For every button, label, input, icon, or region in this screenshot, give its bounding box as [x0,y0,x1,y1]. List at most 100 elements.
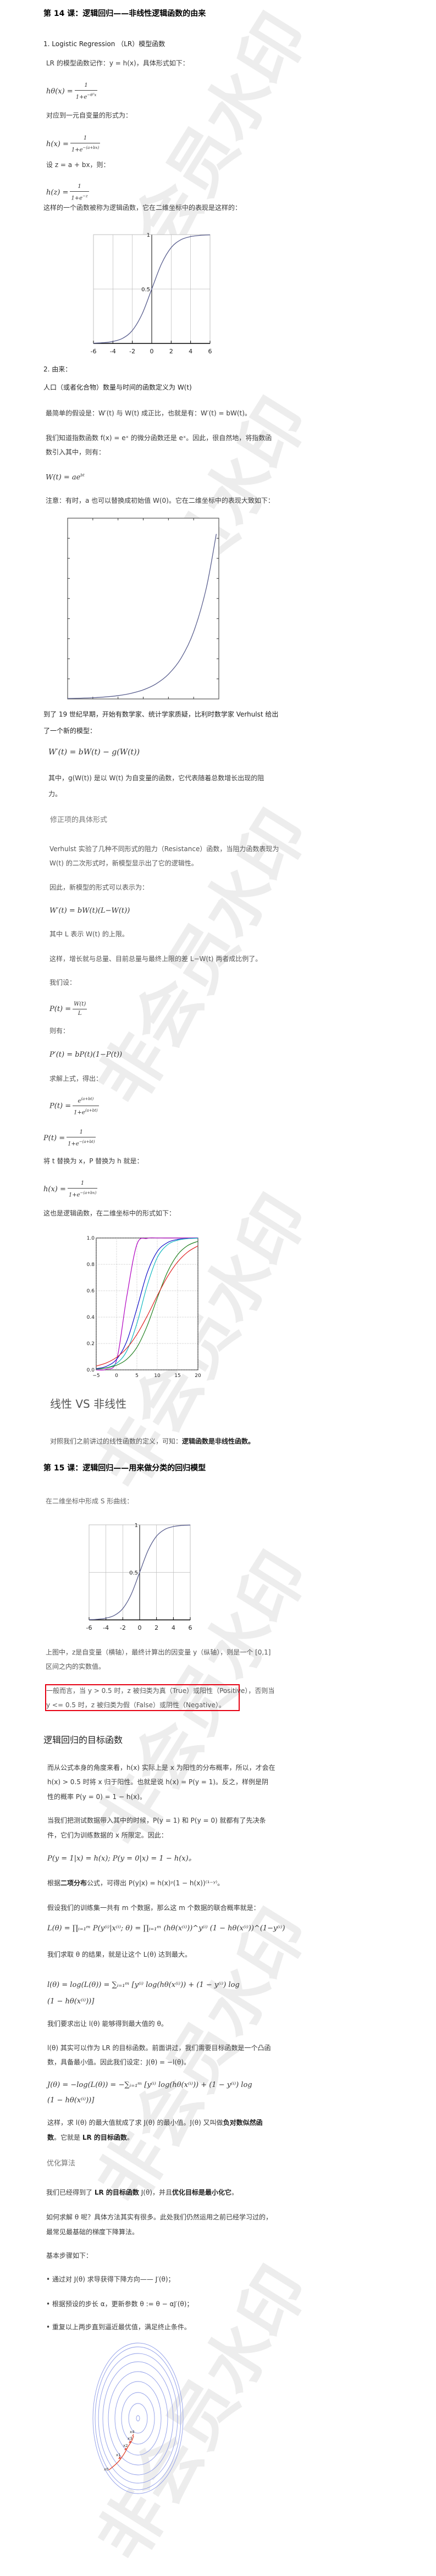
paragraph: 求解上式，得出： [49,1075,103,1082]
formula: P(t) = W(t) L [49,1000,87,1018]
text: 。它就是 [54,2134,82,2141]
formula-lhs: hθ(x) = [46,87,73,96]
point-label: x0 [104,2467,109,2472]
formula: h(x) = 1 1+e−(a+bx) [43,1179,98,1200]
paragraph: 我们已经得到了 LR 的目标函数 J(θ)，并且优化目标是最小化它。 [46,2188,238,2197]
x-tick-label: −5 [92,1373,100,1379]
x-tick-label: 15 [174,1373,180,1379]
lesson14-title: 第 14 课：逻辑回归——非线性逻辑函数的由来 [43,9,206,18]
bold-text: 优化目标是最小化它 [172,2189,231,2196]
numerator: 1 [67,1179,98,1189]
numerator: W(t) [73,1000,87,1009]
x-tick-label: 20 [195,1373,201,1379]
point-label: x4 [130,2430,135,2434]
paragraph: W(t) 的二次形式时，新模型显示出了它的逻辑性。 [49,859,198,867]
paragraph: 设 z = a + bx，则： [46,161,110,169]
numerator: 1 [70,134,101,143]
contour-ellipse [136,2415,140,2422]
subheading: 优化算法 [47,2159,76,2168]
paragraph: 这也是逻辑函数，在二维坐标中的形式如下： [43,1209,176,1217]
link-binomial[interactable]: 二项分布 [60,1879,87,1887]
paragraph: 对照我们之前讲过的线性函数的定义，可知：逻辑函数是非线性函数。 [50,1437,255,1446]
formula-lhs: P(t) = [49,1102,71,1111]
formula: (1 − hθ(x⁽ⁱ⁾))] [47,2096,95,2105]
contour-ellipse [108,2371,168,2466]
paragraph: 人口（或者化合物）数量与时间的函数定义为 W(t) [43,384,192,391]
point-label: x1 [116,2453,121,2457]
formula: (1 − hθ(x⁽ⁱ⁾))] [47,1997,95,2006]
x-tick-label: -4 [110,348,116,355]
x-tick-label: 4 [189,348,192,355]
text: 公式，可得出 P(y|x) = h(x)ʸ(1 − h(x))⁽¹⁻ʸ⁾。 [87,1879,224,1887]
paragraph: 因此，新模型的形式可以表示为： [49,884,149,891]
numerator: 1 [74,81,98,91]
formula-lhs: h(x) = [43,1185,66,1194]
x-tick-label: 5 [135,1373,139,1379]
paragraph: 我们要求出让 l(θ) 能够得到最大值的 θ。 [47,2020,168,2028]
formula-lhs: P(t) = [49,1005,71,1013]
exponential-chart [67,518,219,699]
paragraph: l(θ) 其实可以作为 LR 的目标函数。前面讲过，我们需要目标函数是一个凸函 [47,2044,271,2052]
plot-area [67,518,219,699]
paragraph: 这样，求 l(θ) 的最大值就成了求 J(θ) 的最小值。J(θ) 又叫做负对数… [47,2118,263,2127]
contour-ellipse [121,2392,155,2445]
denominator: 1+e [75,94,87,101]
paragraph: 我们求取 θ 的结果，就是让这个 L(θ) 达到最大。 [47,1951,191,1958]
contour-ellipse [128,2403,148,2434]
y-tick-label: 0.6 [87,1289,95,1294]
bold-text: 数 [47,2134,54,2141]
paragraph: 数，具备最小值。因此我们设定：J(θ) = −l(θ)。 [47,2058,191,2066]
paragraph: 我们设： [49,979,76,986]
formula: L(θ) = ∏ᵢ₌₁ᵐ P(y⁽ⁱ⁾|x⁽ⁱ⁾; θ) = ∏ᵢ₌₁ᵐ (hθ… [47,1924,285,1933]
x-tick-label: 4 [172,1624,175,1631]
paragraph: 基本步骤如下： [46,2252,93,2259]
text: 我们已经得到了 [46,2189,95,2196]
y-tick-label: 1 [147,232,150,238]
exponent: −θᵀx [87,93,97,97]
subheading: 线性 VS 非线性 [50,1397,127,1411]
y-tick-label: 0.4 [87,1315,95,1320]
y-tick-label: 0.2 [87,1341,95,1347]
paragraph: 数引入其中，则有： [46,448,106,456]
formula: W′(t) = bW(t) − g(W(t)) [48,748,140,757]
exponent: (a+bt) [81,1097,94,1101]
paragraph: 当我们把测试数据带入其中的时候，P(y = 1) 和 P(y = 0) 就都有了… [47,1817,266,1824]
paragraph: 而从公式本身的角度来看，h(x) 实际上是 x 为阳性的分布概率，所以，才会在 [47,1764,275,1772]
point-label: x3 [128,2436,133,2441]
y-tick-label: 0.5 [141,287,150,293]
paragraph: 将 t 替换为 x，P 替换为 h 就是： [43,1157,144,1165]
paragraph: 最简单的假设是：W′(t) 与 W(t) 成正比，也就是有：W′(t) = bW… [46,409,251,417]
y-tick-label: 0.5 [129,1570,138,1576]
paragraph: 件，它们为训练数据的 x 所限定。因此： [47,1831,168,1839]
paragraph: 其中，g(W(t)) 是以 W(t) 为自变量的函数，它代表随着总数增长出现的阻 [48,774,264,782]
formula: h(z) = 1 1+e−z [46,182,89,203]
formula-lhs: h(x) = [46,140,69,149]
sigmoid-chart: -6 -4 -2 0 2 4 6 0.5 1 [86,1523,192,1631]
x-tick-label: -6 [91,348,97,355]
x-tick-label: 0 [115,1373,118,1379]
bold-text: 逻辑函数是非线性函数。 [182,1437,255,1445]
y-tick-label: 0.8 [87,1262,95,1268]
paragraph: LR 的模型函数记作：y = h(x)，具体形式如下： [46,59,189,67]
formula: P(t) = e(a+bt) 1+e(a+bt) [49,1095,99,1118]
paragraph: 这样的一个函数被称为逻辑函数，它在二维坐标中的表现是这样的： [43,204,242,212]
bold-text: LR 的目标函数 [94,2189,139,2196]
formula: W′(t) = bW(t)(L−W(t)) [49,907,130,915]
list-item: • 根据预设的步长 α，更新参数 θ := θ − αJ′(θ)； [46,2300,194,2308]
section-heading: 2. 由来： [43,365,72,373]
paragraph: 到了 19 世纪早期，开始有数学家、统计学家质疑，比利时数学家 Verhulst… [43,710,279,718]
exponent: −(a+bx) [82,146,100,150]
x-tick-label: -2 [129,348,135,355]
exponent: −(a+bx) [80,1191,97,1195]
denominator: L [78,1011,82,1017]
paragraph: 如何求解 θ 呢？具体方法其实有很多。此处我们仍然运用之前已经学习过的， [46,2213,272,2221]
x-tick-label: 10 [154,1373,161,1379]
formula-lhs: h(z) = [46,188,69,197]
formula: l(θ) = log(L(θ)) = ∑ᵢ₌₁ᵐ [y⁽ⁱ⁾ log(hθ(x⁽… [47,1981,240,1989]
y-tick-label: 0.0 [87,1368,95,1373]
formula-text: W(t) = ae [46,473,81,482]
logistic-family-chart: −5 0 5 10 15 20 0.0 0.2 0.4 0.6 0.8 1.0 [87,1236,201,1379]
paragraph: 性的概率 P(y = 0) = 1 − h(x)。 [47,1793,146,1801]
text: 。 [231,2189,238,2196]
paragraph: 区间之内的实数值。 [46,1663,106,1670]
